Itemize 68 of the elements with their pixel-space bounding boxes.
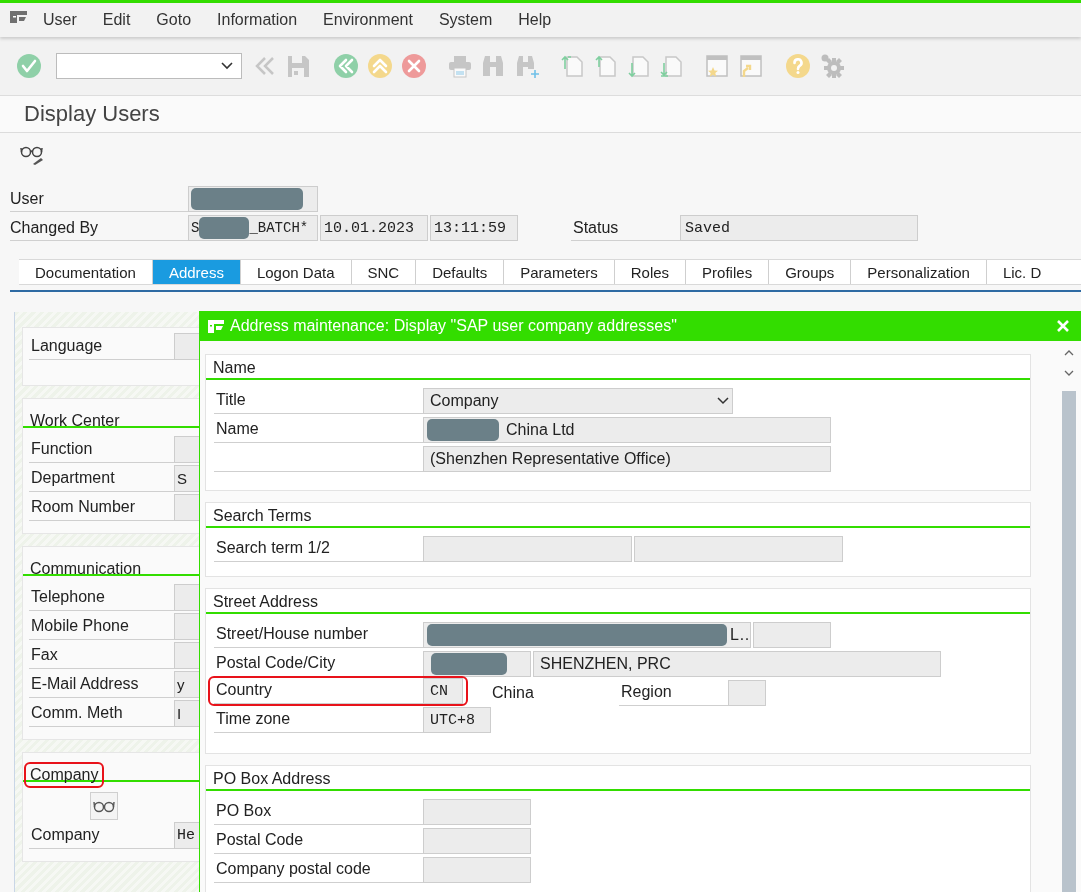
tab[interactable]: SNC [351, 260, 417, 284]
menu-item[interactable]: System [438, 11, 493, 29]
menu-item[interactable]: Edit [102, 11, 131, 29]
tab[interactable]: Groups [769, 260, 852, 284]
input-field[interactable]: 10.01.2023 [320, 215, 428, 241]
exit-icon[interactable] [367, 53, 393, 79]
caret-icon[interactable] [717, 397, 729, 405]
group-title: Name [213, 359, 256, 377]
menu-item[interactable]: Environment [323, 11, 413, 29]
group-title: Communication [30, 560, 142, 579]
command-field[interactable] [56, 53, 242, 79]
save-icon[interactable] [285, 53, 311, 79]
menu-item[interactable]: User [43, 11, 77, 29]
input-field[interactable] [423, 536, 632, 562]
print-icon[interactable] [447, 53, 473, 79]
back-icon[interactable] [333, 53, 359, 79]
input-field[interactable] [423, 828, 531, 854]
input-field[interactable]: SHENZHEN, PRC [533, 651, 941, 677]
input-field[interactable] [728, 680, 766, 706]
tab[interactable]: Personalization [851, 260, 987, 284]
input-field[interactable]: China Ltd [423, 417, 831, 443]
display-button[interactable] [90, 792, 118, 820]
input-field[interactable] [753, 622, 831, 648]
scroll-thumb[interactable] [1062, 391, 1076, 892]
input-field[interactable] [188, 186, 318, 212]
input-field[interactable] [423, 857, 531, 883]
input-field[interactable]: Saved [680, 215, 918, 241]
tab[interactable]: Roles [614, 260, 687, 284]
input-field[interactable]: CN [423, 678, 463, 704]
input-field[interactable]: (Shenzhen Representative Office) [423, 446, 831, 472]
group-title: Street Address [213, 593, 318, 611]
tab[interactable]: Lic. D [986, 260, 1042, 284]
help-icon[interactable] [785, 53, 811, 79]
input-field[interactable]: Company [423, 388, 733, 414]
glasses-icon [93, 799, 115, 813]
menu-item[interactable]: Information [217, 11, 298, 29]
tab[interactable]: Documentation [19, 260, 153, 284]
menu-icon[interactable] [9, 9, 29, 25]
group-title: Work Center [30, 412, 120, 431]
field-description: China [492, 684, 535, 702]
cancel-icon[interactable] [401, 53, 427, 79]
close-icon[interactable] [1056, 319, 1070, 333]
input-field[interactable] [423, 651, 531, 677]
input-field[interactable] [423, 799, 531, 825]
binoculars-plus-icon[interactable] [514, 53, 540, 79]
menu-item[interactable]: Help [518, 11, 552, 29]
window-icon [207, 318, 225, 334]
input-field[interactable]: S _BATCH* [188, 215, 318, 241]
binoculars-icon[interactable] [480, 53, 506, 79]
group-title: Company [30, 766, 99, 785]
group-title: PO Box Address [213, 770, 331, 788]
dialog-title: Address maintenance: Display "SAP user company addresses" [230, 317, 678, 335]
settings-icon[interactable] [819, 53, 845, 79]
input-field[interactable]: 13:11:59 [430, 215, 518, 241]
tab[interactable]: Profiles [686, 260, 770, 284]
scroll-down-icon[interactable] [1064, 370, 1074, 377]
input-field[interactable]: UTC+8 [423, 707, 491, 733]
tab[interactable]: Parameters [504, 260, 615, 284]
page-title: Display Users [24, 101, 160, 127]
scroll-up-icon[interactable] [1064, 349, 1074, 356]
check-icon[interactable] [16, 53, 42, 79]
menu-item[interactable]: Goto [156, 11, 192, 29]
caret-icon [221, 62, 233, 70]
group-title: Search Terms [213, 507, 312, 525]
tab[interactable]: Defaults [416, 260, 505, 284]
tab[interactable]: Logon Data [240, 260, 352, 284]
input-field[interactable] [634, 536, 843, 562]
input-field[interactable]: L… [423, 622, 751, 648]
